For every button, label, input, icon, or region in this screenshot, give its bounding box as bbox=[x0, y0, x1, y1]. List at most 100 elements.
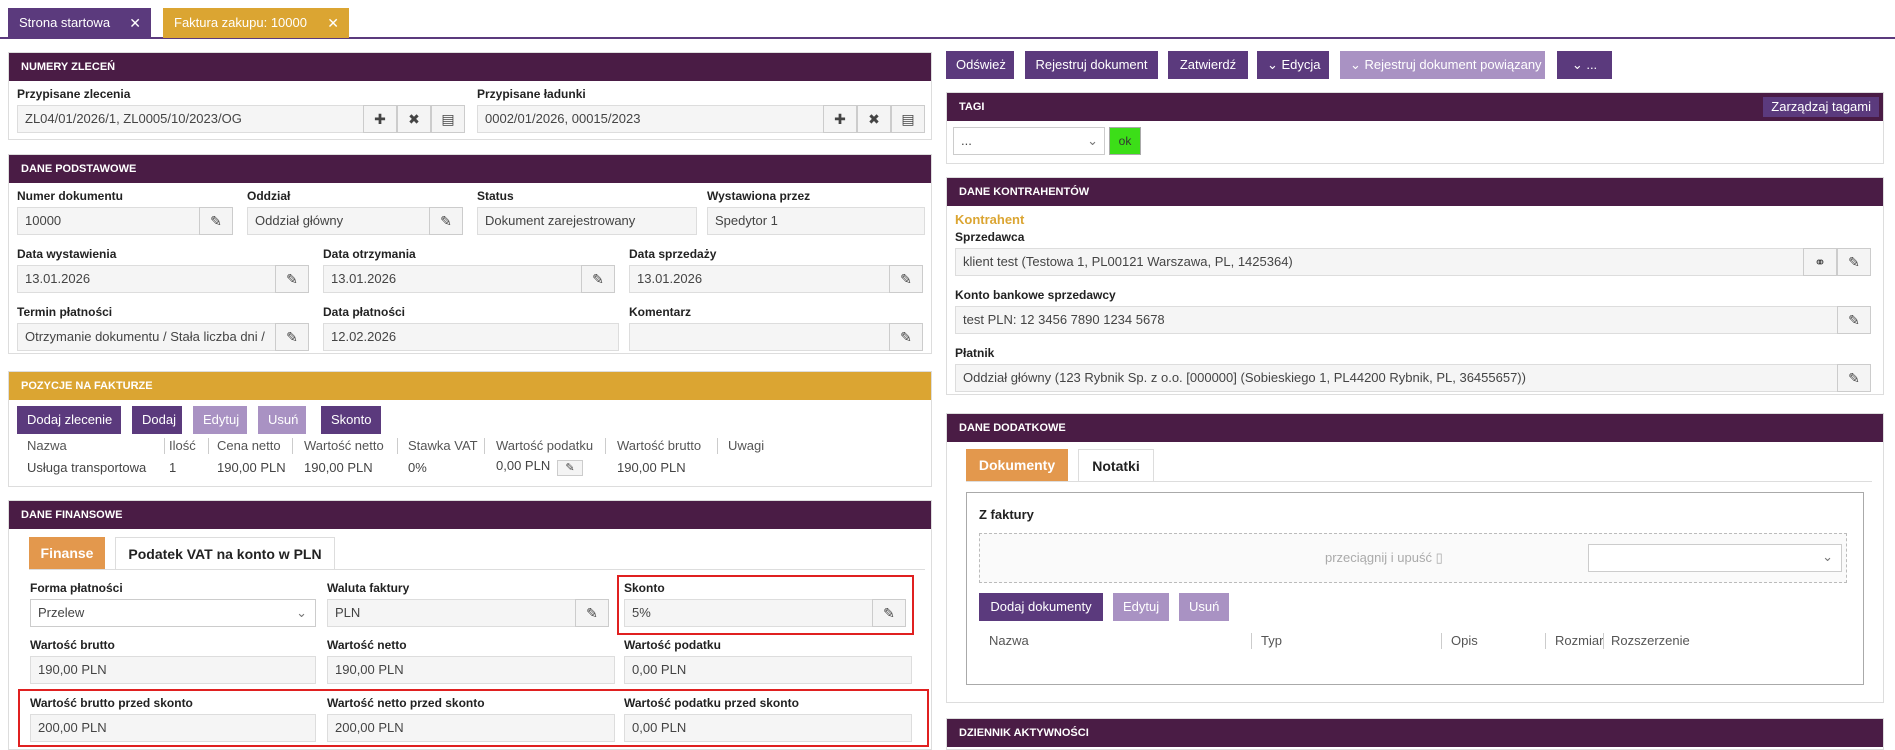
status-label: Status bbox=[477, 189, 514, 203]
tab-vat-pln[interactable]: Podatek VAT na konto w PLN bbox=[115, 537, 335, 569]
edit-icon[interactable]: ✎ bbox=[575, 599, 609, 627]
add-load-icon[interactable]: ✚ bbox=[823, 105, 857, 133]
payment-term-label: Termin płatności bbox=[17, 305, 113, 319]
chevron-down-icon: ⌄ bbox=[1087, 133, 1098, 148]
column-separator bbox=[1603, 633, 1604, 649]
edit-button[interactable]: Edytuj bbox=[1113, 593, 1169, 621]
tab-underline bbox=[966, 481, 1872, 482]
register-document-button[interactable]: Rejestruj dokument bbox=[1025, 51, 1158, 79]
seller-field[interactable]: klient test (Testowa 1, PL00121 Warszawa… bbox=[955, 248, 1817, 276]
column-separator bbox=[717, 438, 718, 454]
branch-field[interactable]: Oddział główny bbox=[247, 207, 437, 235]
edit-icon[interactable]: ✎ bbox=[889, 323, 923, 351]
issued-by-label: Wystawiona przez bbox=[707, 189, 811, 203]
tab-home[interactable]: Strona startowa ✕ bbox=[8, 8, 151, 38]
currency-field[interactable]: PLN bbox=[327, 599, 583, 627]
seller-label: Sprzedawca bbox=[955, 230, 1025, 244]
payer-field[interactable]: Oddział główny (123 Rybnik Sp. z o.o. [0… bbox=[955, 364, 1851, 392]
highlight-box bbox=[617, 575, 914, 635]
tab-home-label: Strona startowa bbox=[19, 15, 111, 30]
skonto-button[interactable]: Skonto bbox=[321, 406, 381, 434]
comment-field[interactable] bbox=[629, 323, 891, 351]
delete-button[interactable]: Usuń bbox=[258, 406, 306, 434]
delete-button[interactable]: Usuń bbox=[1179, 593, 1229, 621]
sale-date-field[interactable]: 13.01.2026 bbox=[629, 265, 891, 293]
col-name: Nazwa bbox=[989, 633, 1029, 648]
issue-date-field[interactable]: 13.01.2026 bbox=[17, 265, 283, 293]
account-label: Konto bankowe sprzedawcy bbox=[955, 288, 1116, 302]
edit-icon[interactable]: ✎ bbox=[199, 207, 233, 235]
edit-icon[interactable]: ✎ bbox=[429, 207, 463, 235]
edit-button[interactable]: Edytuj bbox=[193, 406, 247, 434]
edit-icon[interactable]: ✎ bbox=[1837, 364, 1871, 392]
edit-icon[interactable]: ✎ bbox=[275, 265, 309, 293]
edit-dropdown-button[interactable]: ⌄ Edycja bbox=[1257, 51, 1329, 79]
col-type: Typ bbox=[1261, 633, 1282, 648]
col-net-price: Cena netto bbox=[217, 438, 281, 453]
link-icon[interactable]: ⚭ bbox=[1803, 248, 1837, 276]
assigned-orders-label: Przypisane zlecenia bbox=[17, 87, 131, 101]
column-separator bbox=[1251, 633, 1252, 649]
tags-panel: TAGI Zarządzaj tagami ... ⌄ ok bbox=[946, 92, 1884, 164]
tag-select[interactable]: ... ⌄ bbox=[953, 127, 1105, 155]
item-vat-rate: 0% bbox=[408, 460, 427, 475]
payment-date-label: Data płatności bbox=[323, 305, 406, 319]
tab-documents[interactable]: Dokumenty bbox=[966, 449, 1068, 481]
file-type-select[interactable]: ⌄ bbox=[1588, 544, 1842, 572]
activity-panel: DZIENNIK AKTYWNOŚCI bbox=[946, 718, 1884, 750]
item-net-price: 190,00 PLN bbox=[217, 460, 286, 475]
register-related-button[interactable]: ⌄ Rejestruj dokument powiązany bbox=[1340, 51, 1545, 79]
drop-zone[interactable]: przeciągnij i upuść ▯ ⌄ bbox=[979, 533, 1847, 583]
edit-icon[interactable]: ✎ bbox=[1837, 248, 1871, 276]
branch-label: Oddział bbox=[247, 189, 291, 203]
document-icon[interactable]: ▤ bbox=[891, 105, 925, 133]
edit-icon[interactable]: ✎ bbox=[581, 265, 615, 293]
finance-header: DANE FINANSOWE bbox=[9, 501, 931, 529]
more-button[interactable]: ⌄ ... bbox=[1557, 51, 1612, 79]
remove-load-icon[interactable]: ✖ bbox=[857, 105, 891, 133]
tag-select-value: ... bbox=[961, 133, 972, 148]
tab-invoice[interactable]: Faktura zakupu: 10000 ✕ bbox=[163, 8, 349, 38]
edit-icon[interactable]: ✎ bbox=[275, 323, 309, 351]
approve-button[interactable]: Zatwierdź bbox=[1168, 51, 1248, 79]
column-separator bbox=[1441, 633, 1442, 649]
edit-icon[interactable]: ✎ bbox=[557, 460, 583, 476]
orders-header: NUMERY ZLECEŃ bbox=[9, 53, 931, 81]
items-panel: POZYCJE NA FAKTURZE Dodaj zlecenie Dodaj… bbox=[8, 371, 932, 487]
column-separator bbox=[208, 438, 209, 454]
add-order-icon[interactable]: ✚ bbox=[363, 105, 397, 133]
payment-date-field[interactable]: 12.02.2026 bbox=[323, 323, 619, 351]
col-notes: Uwagi bbox=[728, 438, 765, 453]
item-tax-value: 0,00 PLN bbox=[496, 458, 551, 473]
tag-ok-button[interactable]: ok bbox=[1109, 127, 1141, 155]
remove-order-icon[interactable]: ✖ bbox=[397, 105, 431, 133]
tags-header: TAGI bbox=[947, 93, 1883, 121]
close-icon[interactable]: ✕ bbox=[129, 8, 141, 38]
assigned-loads-field[interactable]: 0002/01/2026, 00015/2023 bbox=[477, 105, 831, 133]
doc-number-field[interactable]: 10000 bbox=[17, 207, 207, 235]
chevron-down-icon: ⌄ bbox=[1267, 57, 1282, 72]
tab-invoice-label: Faktura zakupu: 10000 bbox=[174, 15, 307, 30]
payment-term-field[interactable]: Otrzymanie dokumentu / Stała liczba dni … bbox=[17, 323, 283, 351]
additional-header: DANE DODATKOWE bbox=[947, 414, 1883, 442]
close-icon[interactable]: ✕ bbox=[327, 8, 339, 38]
add-documents-button[interactable]: Dodaj dokumenty bbox=[979, 593, 1103, 621]
edit-icon[interactable]: ✎ bbox=[889, 265, 923, 293]
add-button[interactable]: Dodaj bbox=[132, 406, 182, 434]
add-order-button[interactable]: Dodaj zlecenie bbox=[17, 406, 121, 434]
manage-tags-button[interactable]: Zarządzaj tagami bbox=[1763, 97, 1879, 117]
col-gross-value: Wartość brutto bbox=[617, 438, 702, 453]
basic-header: DANE PODSTAWOWE bbox=[9, 155, 931, 183]
attachments-box: Z faktury przeciągnij i upuść ▯ ⌄ Dodaj … bbox=[966, 492, 1864, 685]
payment-form-select[interactable]: Przelew ⌄ bbox=[30, 599, 316, 627]
document-icon[interactable]: ▤ bbox=[431, 105, 465, 133]
tab-finance[interactable]: Finanse bbox=[29, 537, 105, 569]
tab-notes[interactable]: Notatki bbox=[1078, 449, 1154, 481]
assigned-orders-field[interactable]: ZL04/01/2026/1, ZL0005/10/2023/OG bbox=[17, 105, 371, 133]
sale-date-label: Data sprzedaży bbox=[629, 247, 717, 261]
account-field[interactable]: test PLN: 12 3456 7890 1234 5678 bbox=[955, 306, 1851, 334]
edit-icon[interactable]: ✎ bbox=[1837, 306, 1871, 334]
refresh-button[interactable]: Odśwież bbox=[946, 51, 1014, 79]
chevron-down-icon: ⌄ bbox=[1822, 549, 1833, 564]
receive-date-field[interactable]: 13.01.2026 bbox=[323, 265, 589, 293]
